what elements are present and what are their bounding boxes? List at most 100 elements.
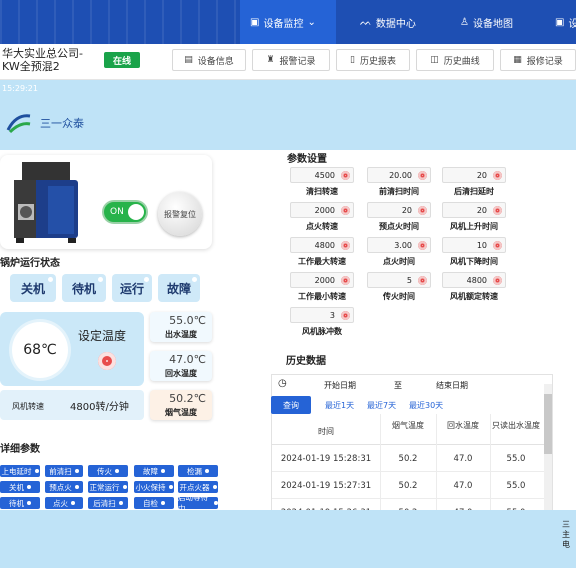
detail-tag: 正常运行: [88, 481, 128, 493]
clipboard-icon: ▦: [513, 55, 522, 65]
monitor-icon: ▣: [250, 16, 260, 28]
edit-dot-icon[interactable]: [418, 171, 427, 180]
tab-label: 报警记录: [279, 56, 316, 67]
start-date-input[interactable]: 开始日期: [324, 380, 356, 391]
last-30-days-link[interactable]: 最近30天: [409, 400, 443, 411]
param-input[interactable]: 20: [442, 167, 506, 183]
param-input[interactable]: 5: [367, 272, 431, 288]
detail-title: 详细参数: [0, 444, 40, 455]
state-label: 运行: [119, 281, 144, 296]
last-1-day-link[interactable]: 最近1天: [325, 400, 354, 411]
edit-dot-icon[interactable]: [341, 276, 350, 285]
param-input[interactable]: 3.00: [367, 237, 431, 253]
nav-data-center[interactable]: ᨓ 数据中心: [350, 0, 430, 44]
nav-label: 设备监控: [263, 18, 304, 30]
chevron-down-icon: ⌄: [307, 16, 316, 28]
tag-label: 上电延时: [1, 466, 32, 476]
tab-history-curve[interactable]: ◫ 历史曲线: [416, 49, 494, 71]
param-input[interactable]: 2000: [290, 202, 354, 218]
edit-dot-icon[interactable]: [341, 206, 350, 215]
edit-dot-icon[interactable]: [341, 171, 350, 180]
nav-more[interactable]: ▣ 设: [545, 0, 576, 44]
tag-dot-icon: [27, 501, 31, 505]
param-label: 风机额定转速: [450, 292, 498, 301]
param-label: 点火时间: [383, 257, 415, 266]
set-temperature-adjust-icon[interactable]: [98, 352, 116, 370]
param-value: 2000: [314, 205, 335, 215]
end-date-input[interactable]: 结束日期: [436, 380, 468, 391]
device-title: 华大实业总公司- KW全预混2: [2, 47, 102, 73]
edit-dot-icon[interactable]: [341, 311, 350, 320]
param-label: 预点火时间: [379, 222, 419, 231]
state-running-button[interactable]: 运行: [112, 274, 152, 302]
edit-dot-icon[interactable]: [493, 206, 502, 215]
detail-tag: 启动等待中: [178, 493, 218, 513]
table-header-cell: 只读出水温度: [492, 421, 540, 430]
param-label: 传火时间: [383, 292, 415, 301]
chart-icon: ᨓ: [360, 16, 372, 28]
nav-label: 数据中心: [375, 18, 416, 30]
param-input[interactable]: 20: [367, 202, 431, 218]
table-cell: 47.0: [453, 481, 473, 491]
tag-label: 开点火器: [179, 482, 210, 492]
outlet-temp-card: 55.0℃ 出水温度: [150, 312, 212, 342]
tag-label: 前清扫: [49, 466, 72, 476]
tag-label: 后清扫: [93, 498, 116, 508]
edit-dot-icon[interactable]: [493, 171, 502, 180]
tag-dot-icon: [212, 485, 217, 489]
side-char: 三: [562, 520, 570, 529]
param-value: 20: [401, 205, 412, 215]
param-input[interactable]: 20.00: [367, 167, 431, 183]
params-title: 参数设置: [287, 154, 327, 165]
param-input[interactable]: 4800: [442, 272, 506, 288]
state-standby-button[interactable]: 待机: [62, 274, 106, 302]
param-input[interactable]: 4500: [290, 167, 354, 183]
tab-label: 历史报表: [359, 56, 396, 67]
alarm-reset-button[interactable]: 报警复位: [158, 192, 202, 236]
edit-dot-icon[interactable]: [418, 276, 427, 285]
param-input[interactable]: 2000: [290, 272, 354, 288]
nav-device-map[interactable]: ♙ 设备地图: [450, 0, 530, 44]
query-button[interactable]: 查询: [271, 396, 311, 414]
flue-temp-card: 50.2℃ 烟气温度: [150, 390, 212, 420]
table-cell: 2024-01-19 15:28:31: [280, 454, 372, 464]
scrollbar-thumb[interactable]: [544, 394, 552, 454]
edit-dot-icon[interactable]: [418, 241, 427, 250]
param-value: 20: [476, 205, 487, 215]
tab-history-report[interactable]: ▯ 历史报表: [336, 49, 410, 71]
history-title: 历史数据: [286, 356, 326, 367]
param-value: 5: [406, 275, 412, 285]
param-label: 点火转速: [306, 222, 338, 231]
param-value: 4800: [466, 275, 487, 285]
table-header-cell: 回水温度: [447, 421, 479, 430]
tab-repair-records[interactable]: ▦ 报修记录: [500, 49, 576, 71]
side-char: 主: [562, 530, 570, 539]
detail-tag: 自检: [134, 497, 174, 509]
param-value: 2000: [314, 275, 335, 285]
tag-dot-icon: [74, 485, 79, 489]
param-input[interactable]: 3: [290, 307, 354, 323]
state-fault-button[interactable]: 故障: [158, 274, 200, 302]
param-input[interactable]: 4800: [290, 237, 354, 253]
power-toggle[interactable]: ON: [102, 200, 148, 224]
param-input[interactable]: 20: [442, 202, 506, 218]
last-7-days-link[interactable]: 最近7天: [367, 400, 396, 411]
edit-dot-icon[interactable]: [493, 241, 502, 250]
tag-label: 自检: [143, 498, 158, 508]
param-value: 3.00: [394, 240, 412, 250]
detail-tag: 关机: [0, 481, 40, 493]
detail-tag: 后清扫: [88, 497, 128, 509]
indicator-dot: [192, 277, 197, 282]
edit-dot-icon[interactable]: [341, 241, 350, 250]
tab-alarm-records[interactable]: ♜ 报警记录: [252, 49, 330, 71]
param-input[interactable]: 10: [442, 237, 506, 253]
company-logo: 三一众泰: [6, 112, 84, 134]
state-off-button[interactable]: 关机: [10, 274, 56, 302]
bell-icon: ♜: [266, 55, 275, 65]
nav-device-monitor[interactable]: ▣ 设备监控 ⌄: [240, 0, 336, 44]
tag-dot-icon: [115, 469, 119, 473]
edit-dot-icon[interactable]: [418, 206, 427, 215]
tab-device-info[interactable]: ▤ 设备信息: [172, 49, 246, 71]
edit-dot-icon[interactable]: [493, 276, 502, 285]
param-value: 4800: [314, 240, 335, 250]
